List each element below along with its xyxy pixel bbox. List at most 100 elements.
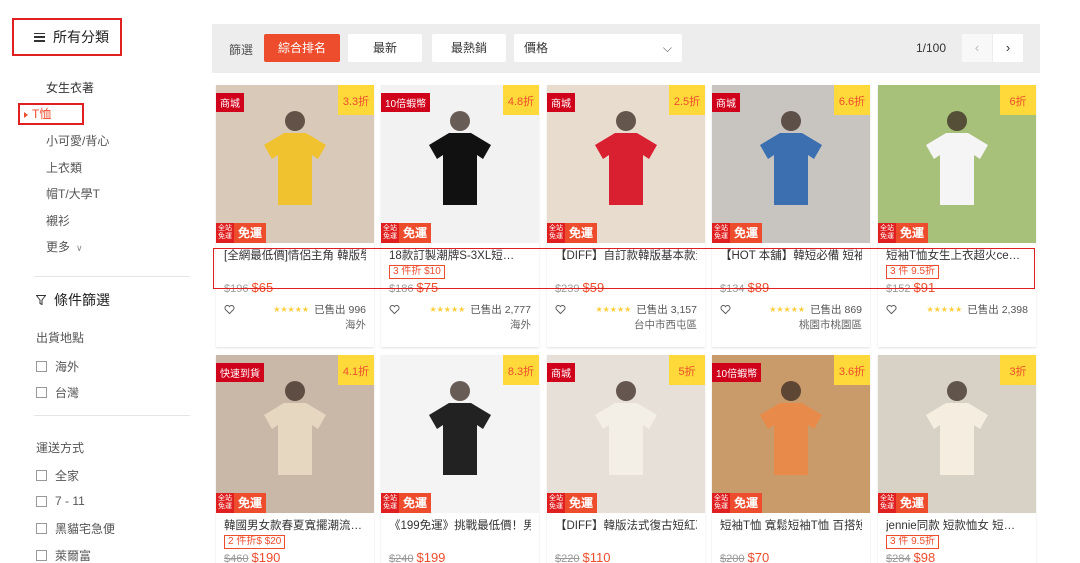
product-card[interactable]: 商城 6.6折 全站免運 免運 【HOT 本舖】韓短必備 短袖T恤 女 寬鬆T恤… bbox=[712, 85, 870, 347]
delivery-familymart[interactable]: 全家 bbox=[36, 467, 79, 484]
meta-row: ★★★★★ 已售出 2,777 bbox=[381, 300, 539, 318]
sale-price: $190 bbox=[251, 550, 281, 563]
heart-icon[interactable] bbox=[886, 304, 897, 315]
category-crop-top[interactable]: 小可愛/背心 bbox=[46, 133, 109, 160]
price-sort-select[interactable]: 價格 ⌵ bbox=[514, 34, 682, 62]
all-categories-header[interactable]: 所有分類 bbox=[12, 18, 122, 56]
ship-from-label: 出貨地點 bbox=[36, 331, 85, 345]
free-shipping-label: 免運 bbox=[565, 223, 598, 243]
heart-icon[interactable] bbox=[720, 304, 731, 315]
product-image[interactable]: 6折 全站免運 免運 bbox=[878, 85, 1036, 243]
sort-relevance-button[interactable]: 綜合排名 bbox=[264, 34, 340, 62]
star-rating-icon: ★★★★★ bbox=[429, 304, 466, 314]
delivery-black-cat[interactable]: 黑貓宅急便 bbox=[36, 520, 115, 537]
product-card[interactable]: 商城 3.3折 全站免運 免運 [全網最低價]情侶主角 韓版學院風 水果印花T恤… bbox=[216, 85, 374, 347]
next-page-button[interactable]: › bbox=[993, 34, 1023, 62]
free-shipping-small: 全站免運 bbox=[878, 493, 896, 513]
product-title-block[interactable]: 短袖T恤 寬鬆短袖T恤 百搭短袖T恤 純色短袖T恤 休… bbox=[712, 513, 870, 549]
original-price: $284 bbox=[886, 553, 911, 563]
product-card[interactable]: 10倍蝦幣 4.8折 全站免運 免運 18款訂製潮牌S-3XL短… 3 件折 $… bbox=[381, 85, 539, 347]
category-tshirt-active[interactable]: T恤 bbox=[18, 103, 84, 125]
price-row: $196 $65 bbox=[216, 279, 374, 297]
free-shipping-small: 全站免運 bbox=[878, 223, 896, 243]
product-title-block[interactable]: jennie同款 短款恤女 短… 3 件 9.5折 bbox=[878, 513, 1036, 549]
person-head bbox=[450, 111, 470, 131]
checkbox[interactable] bbox=[36, 361, 47, 372]
product-title: 短袖T恤女生上衣超火ce… bbox=[886, 250, 1021, 262]
free-shipping-badge: 全站免運 免運 bbox=[381, 223, 432, 243]
product-card[interactable]: 商城 5折 全站免運 免運 【DIFF】韓版法式復古短紅冰絲短扣針織上衣 短… … bbox=[547, 355, 705, 563]
price-row: $152 $91 bbox=[878, 279, 1036, 297]
product-title-block[interactable]: 《199免運》挑戰最低價！男女可穿 Champion T42… bbox=[381, 513, 539, 549]
promo-tag: 3 件折 $10 bbox=[389, 265, 445, 279]
prev-page-button[interactable]: ‹ bbox=[962, 34, 992, 62]
delivery-711[interactable]: 7 - 11 bbox=[36, 494, 85, 508]
ship-from-overseas[interactable]: 海外 bbox=[36, 358, 79, 375]
product-card[interactable]: 10倍蝦幣 3.6折 全站免運 免運 短袖T恤 寬鬆短袖T恤 百搭短袖T恤 純色… bbox=[712, 355, 870, 563]
person-head bbox=[947, 381, 967, 401]
product-image[interactable]: 商城 6.6折 全站免運 免運 bbox=[712, 85, 870, 243]
meta-row: ★★★★★ 已售出 869 bbox=[712, 300, 870, 318]
product-title: 【DIFF】韓版法式復古短紅冰絲短扣針織上衣 短… bbox=[555, 520, 697, 532]
category-shirts[interactable]: 襯衫 bbox=[46, 213, 109, 240]
product-title-block[interactable]: [全網最低價]情侶主角 韓版學院風 水果印花T恤 短袖… bbox=[216, 243, 374, 279]
product-title-block[interactable]: 短袖T恤女生上衣超火ce… 3 件 9.5折 bbox=[878, 243, 1036, 279]
product-card[interactable]: 3折 全站免運 免運 jennie同款 短款恤女 短… 3 件 9.5折 $28… bbox=[878, 355, 1036, 563]
product-card[interactable]: 快速到貨 4.1折 全站免運 免運 韓國男女款春夏寬擺潮流… 2 件折$ $20… bbox=[216, 355, 374, 563]
product-image[interactable]: 10倍蝦幣 3.6折 全站免運 免運 bbox=[712, 355, 870, 513]
original-price: $460 bbox=[224, 553, 249, 563]
product-card[interactable]: 6折 全站免運 免運 短袖T恤女生上衣超火ce… 3 件 9.5折 $152 $9… bbox=[878, 85, 1036, 347]
product-image[interactable]: 快速到貨 4.1折 全站免運 免運 bbox=[216, 355, 374, 513]
product-image[interactable]: 3折 全站免運 免運 bbox=[878, 355, 1036, 513]
checkbox[interactable] bbox=[36, 550, 47, 561]
heart-icon[interactable] bbox=[224, 304, 235, 315]
shop-tag-badge: 商城 bbox=[547, 363, 575, 382]
free-shipping-label: 免運 bbox=[565, 493, 598, 513]
product-card[interactable]: 8.3折 全站免運 免運 《199免運》挑戰最低價！男女可穿 Champion … bbox=[381, 355, 539, 563]
product-image[interactable]: 10倍蝦幣 4.8折 全站免運 免運 bbox=[381, 85, 539, 243]
discount-badge: 8.3折 bbox=[503, 355, 539, 385]
product-card[interactable]: 商城 2.5折 全站免運 免運 【DIFF】自訂款韓版基本款素色百搭重磅寬鬆短袖… bbox=[547, 85, 705, 347]
person-head bbox=[616, 381, 636, 401]
product-title-block[interactable]: 18款訂製潮牌S-3XL短… 3 件折 $10 bbox=[381, 243, 539, 279]
page-indicator: 1/100 bbox=[916, 41, 947, 55]
discount-badge: 3.3折 bbox=[338, 85, 374, 115]
free-shipping-label: 免運 bbox=[730, 493, 763, 513]
category-tops[interactable]: 上衣類 bbox=[46, 160, 109, 187]
option-label: 海外 bbox=[55, 360, 80, 374]
heart-icon[interactable] bbox=[389, 304, 400, 315]
price-row: $460 $190 bbox=[216, 549, 374, 563]
category-more[interactable]: 更多 ∨ bbox=[46, 239, 109, 266]
category-hoodies[interactable]: 帽T/大學T bbox=[46, 186, 109, 213]
product-title-block[interactable]: 【DIFF】自訂款韓版基本款素色百搭重磅寬鬆短袖… bbox=[547, 243, 705, 279]
checkbox[interactable] bbox=[36, 523, 47, 534]
checkbox[interactable] bbox=[36, 495, 47, 507]
price-row: $220 $110 bbox=[547, 549, 705, 563]
sale-price: $65 bbox=[251, 280, 274, 295]
product-image[interactable]: 商城 2.5折 全站免運 免運 bbox=[547, 85, 705, 243]
free-shipping-label: 免運 bbox=[399, 493, 432, 513]
sort-latest-button[interactable]: 最新 bbox=[348, 34, 422, 62]
person-head bbox=[285, 381, 305, 401]
sort-top-sales-button[interactable]: 最熱銷 bbox=[432, 34, 506, 62]
heart-icon[interactable] bbox=[555, 304, 566, 315]
ship-from-taiwan[interactable]: 台灣 bbox=[36, 384, 79, 401]
checkbox[interactable] bbox=[36, 470, 47, 481]
product-title-block[interactable]: 【HOT 本舖】韓短必備 短袖T恤 女 寬鬆T恤 字母… bbox=[712, 243, 870, 279]
sidebar: 所有分類 女生衣著 . 小可愛/背心 上衣類 帽T/大學T 襯衫 更多∨ T恤 … bbox=[0, 0, 200, 563]
product-image[interactable]: 8.3折 全站免運 免運 bbox=[381, 355, 539, 513]
discount-badge: 2.5折 bbox=[669, 85, 705, 115]
delivery-hilife[interactable]: 萊爾富 bbox=[36, 547, 91, 563]
free-shipping-small: 全站免運 bbox=[712, 493, 730, 513]
original-price: $196 bbox=[224, 283, 249, 295]
product-image[interactable]: 商城 3.3折 全站免運 免運 bbox=[216, 85, 374, 243]
product-title-block[interactable]: 【DIFF】韓版法式復古短紅冰絲短扣針織上衣 短… bbox=[547, 513, 705, 549]
free-shipping-label: 免運 bbox=[234, 493, 267, 513]
ship-location: 海外 bbox=[345, 319, 366, 331]
ship-location: 桃園市桃園區 bbox=[799, 319, 862, 331]
product-title-block[interactable]: 韓國男女款春夏寬擺潮流… 2 件折$ $20 bbox=[216, 513, 374, 549]
product-image[interactable]: 商城 5折 全站免運 免運 bbox=[547, 355, 705, 513]
checkbox[interactable] bbox=[36, 387, 47, 398]
filter-title: 條件篩選 bbox=[54, 292, 110, 308]
original-price: $240 bbox=[389, 553, 414, 563]
